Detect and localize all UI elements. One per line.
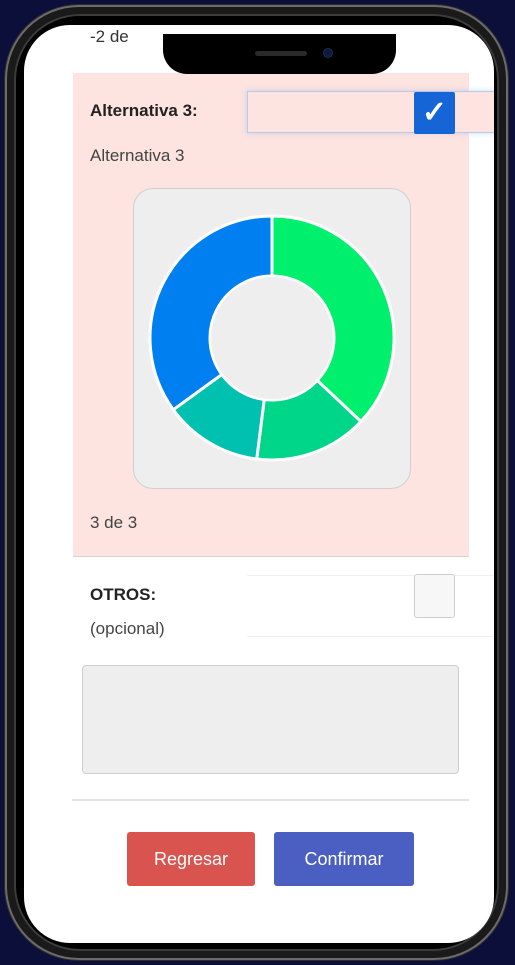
otros-checkbox[interactable]: [414, 574, 455, 618]
speaker-grille: [255, 51, 307, 56]
survey-content[interactable]: -2 de Alternativa 3: ✓ Alternativa 3 3 d…: [24, 25, 494, 943]
otros-option-field[interactable]: [247, 575, 494, 637]
checkmark-icon: ✓: [421, 96, 448, 129]
phone-screen: -2 de Alternativa 3: ✓ Alternativa 3 3 d…: [24, 25, 494, 943]
back-button[interactable]: Regresar: [127, 832, 255, 886]
alternative-checkbox[interactable]: ✓: [414, 92, 455, 134]
alternative-subtitle: Alternativa 3: [90, 146, 185, 165]
donut-chart: [148, 214, 396, 462]
otros-label: OTROS:: [90, 585, 157, 604]
alternative-option-panel[interactable]: Alternativa 3: ✓ Alternativa 3 3 de 3: [73, 73, 494, 557]
section-divider: [72, 799, 469, 801]
alternative-label: Alternativa 3:: [90, 101, 198, 120]
previous-count-text: -2 de: [90, 27, 129, 46]
confirm-button[interactable]: Confirmar: [274, 832, 414, 886]
phone-notch: [163, 34, 396, 74]
alternative-image-card[interactable]: [133, 188, 411, 489]
alternative-select-field[interactable]: [247, 91, 494, 133]
alternative-count-text: 3 de 3: [90, 513, 138, 532]
otros-textarea[interactable]: [82, 665, 459, 774]
otros-optional-label: (opcional): [90, 619, 165, 638]
donut-center: [211, 277, 333, 399]
front-camera: [324, 49, 332, 57]
